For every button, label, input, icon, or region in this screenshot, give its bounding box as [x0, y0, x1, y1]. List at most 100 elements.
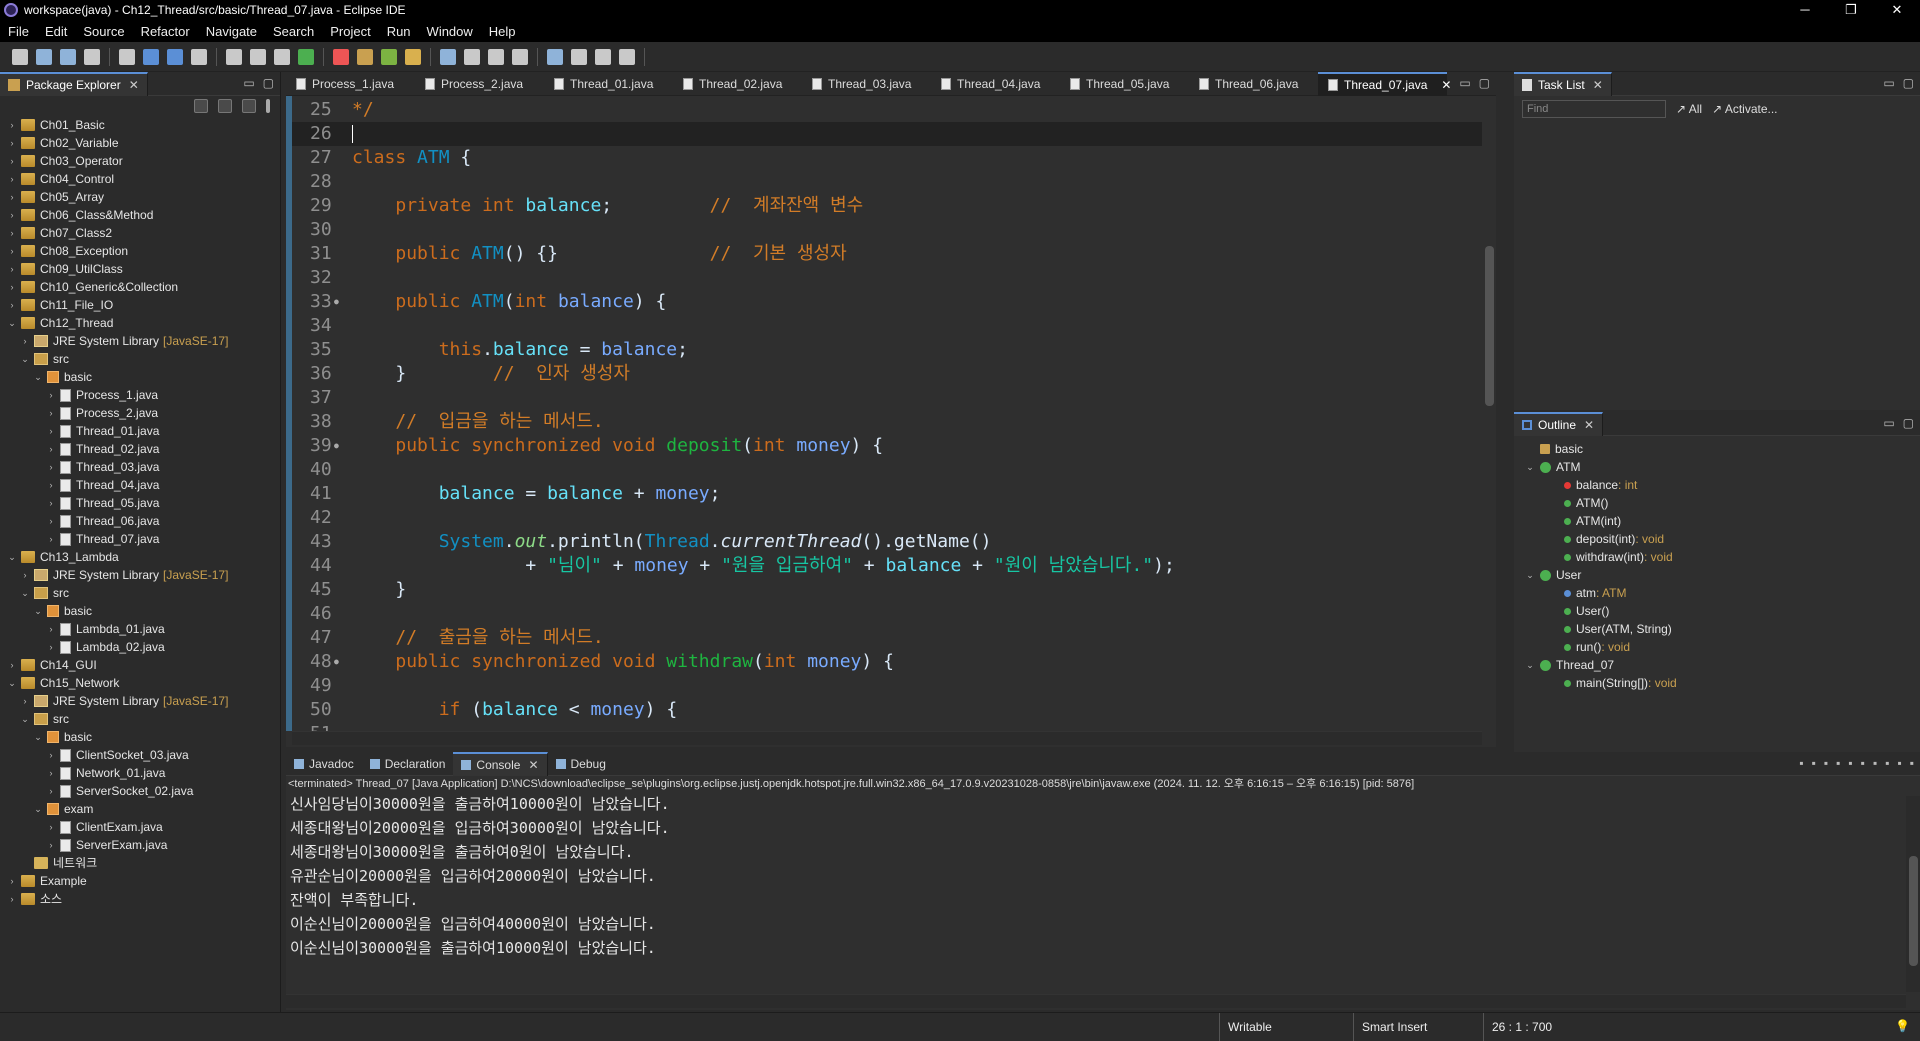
- task-find-input[interactable]: Find: [1522, 100, 1666, 118]
- back-icon[interactable]: [512, 48, 528, 65]
- scroll-lock-icon[interactable]: ▪: [1836, 756, 1840, 770]
- close-icon[interactable]: ✕: [1584, 418, 1594, 432]
- tree-item[interactable]: › Ch10_Generic&Collection: [0, 278, 280, 296]
- tree-item[interactable]: › Ch14_GUI: [0, 656, 280, 674]
- tree-twistie-icon[interactable]: ›: [45, 530, 57, 548]
- menu-search[interactable]: Search: [265, 24, 322, 39]
- forward-icon[interactable]: [547, 48, 563, 65]
- maximize-view-icon[interactable]: ▢: [1903, 416, 1914, 430]
- tree-item[interactable]: › ClientSocket_03.java: [0, 746, 280, 764]
- tree-item[interactable]: › Lambda_01.java: [0, 620, 280, 638]
- tree-twistie-icon[interactable]: ›: [45, 404, 57, 422]
- editor-tab[interactable]: Thread_07.java ✕: [1318, 71, 1451, 96]
- tree-item[interactable]: › Thread_04.java: [0, 476, 280, 494]
- console-tab[interactable]: Debug: [548, 752, 614, 776]
- new-icon[interactable]: [12, 48, 28, 65]
- menu-edit[interactable]: Edit: [37, 24, 75, 39]
- tree-item[interactable]: › Ch02_Variable: [0, 134, 280, 152]
- close-icon[interactable]: ✕: [528, 758, 538, 772]
- outline-item[interactable]: User(ATM, String): [1514, 620, 1920, 638]
- prev-edit-icon[interactable]: [571, 48, 587, 65]
- step-into-icon[interactable]: [274, 48, 290, 65]
- remove-launch-icon[interactable]: ▪: [1812, 756, 1816, 770]
- tree-twistie-icon[interactable]: ›: [6, 188, 18, 206]
- minimize-view-icon[interactable]: ▭: [1883, 76, 1894, 90]
- tree-item[interactable]: › ServerSocket_02.java: [0, 782, 280, 800]
- tree-item[interactable]: ⌄ src: [0, 710, 280, 728]
- tree-item[interactable]: ⌄ src: [0, 350, 280, 368]
- tree-twistie-icon[interactable]: ›: [45, 836, 57, 854]
- outline-item[interactable]: balance : int: [1514, 476, 1920, 494]
- tree-item[interactable]: › Example: [0, 872, 280, 890]
- outline-item[interactable]: ATM(int): [1514, 512, 1920, 530]
- editor-tab[interactable]: Process_2.java: [415, 72, 544, 96]
- tree-item[interactable]: › Ch09_UtilClass: [0, 260, 280, 278]
- tree-item[interactable]: › Thread_01.java: [0, 422, 280, 440]
- tree-twistie-icon[interactable]: ⌄: [1524, 656, 1536, 674]
- editor-vertical-scrollbar[interactable]: [1482, 96, 1496, 731]
- tree-item[interactable]: ⌄ src: [0, 584, 280, 602]
- pin-icon[interactable]: ▪: [1861, 756, 1865, 770]
- tree-twistie-icon[interactable]: ›: [45, 458, 57, 476]
- annotation-icon[interactable]: [488, 48, 504, 65]
- outline-item[interactable]: deposit(int) : void: [1514, 530, 1920, 548]
- tree-twistie-icon[interactable]: ›: [19, 566, 31, 584]
- tree-item[interactable]: › Thread_07.java: [0, 530, 280, 548]
- suspend-icon[interactable]: [226, 48, 242, 65]
- minimize-view-icon[interactable]: ▭: [1459, 76, 1470, 90]
- tree-twistie-icon[interactable]: ›: [6, 170, 18, 188]
- clear-icon[interactable]: ▪: [1824, 756, 1828, 770]
- tree-item[interactable]: › Thread_05.java: [0, 494, 280, 512]
- tree-twistie-icon[interactable]: ⌄: [19, 350, 31, 368]
- console-output[interactable]: 신사임당님이30000원을 출금하여10000원이 남았습니다. 세종대왕님이20…: [286, 792, 1920, 960]
- build-icon[interactable]: [143, 48, 159, 65]
- tree-twistie-icon[interactable]: ⌄: [6, 674, 18, 692]
- open-perspective-icon[interactable]: [619, 48, 635, 65]
- tree-twistie-icon[interactable]: ›: [45, 512, 57, 530]
- toggle-mark-icon[interactable]: [464, 48, 480, 65]
- tree-twistie-icon[interactable]: ›: [6, 116, 18, 134]
- tree-item[interactable]: › JRE System Library [JavaSE-17]: [0, 692, 280, 710]
- tree-item[interactable]: 네트워크: [0, 854, 280, 872]
- editor-tab[interactable]: Thread_01.java: [544, 72, 673, 96]
- menu-window[interactable]: Window: [419, 24, 481, 39]
- console-vertical-scrollbar[interactable]: [1906, 796, 1920, 992]
- tree-twistie-icon[interactable]: ›: [45, 746, 57, 764]
- tree-item[interactable]: ⌄ exam: [0, 800, 280, 818]
- resume-icon[interactable]: [191, 48, 207, 65]
- tree-twistie-icon[interactable]: ⌄: [32, 368, 44, 386]
- run-icon[interactable]: [298, 48, 314, 65]
- tree-twistie-icon[interactable]: ›: [45, 422, 57, 440]
- menu-help[interactable]: Help: [481, 24, 524, 39]
- menu-file[interactable]: File: [0, 24, 37, 39]
- tree-item[interactable]: › JRE System Library [JavaSE-17]: [0, 566, 280, 584]
- tree-item[interactable]: › Ch05_Array: [0, 188, 280, 206]
- editor-tab[interactable]: Thread_02.java: [673, 72, 802, 96]
- editor-horizontal-scrollbar[interactable]: [292, 731, 1482, 745]
- filters-icon[interactable]: [242, 99, 256, 113]
- maximize-view-icon[interactable]: ▪: [1910, 756, 1914, 770]
- tree-twistie-icon[interactable]: ›: [19, 332, 31, 350]
- tree-twistie-icon[interactable]: ›: [6, 872, 18, 890]
- open-type-icon[interactable]: [405, 48, 421, 65]
- skip-breakpoints-icon[interactable]: [167, 48, 183, 65]
- link-with-editor-icon[interactable]: [218, 99, 232, 113]
- restore-button[interactable]: ❐: [1828, 0, 1874, 20]
- tree-item[interactable]: › Ch03_Operator: [0, 152, 280, 170]
- outline-item[interactable]: basic: [1514, 440, 1920, 458]
- tree-item[interactable]: › JRE System Library [JavaSE-17]: [0, 332, 280, 350]
- tree-item[interactable]: › Ch06_Class&Method: [0, 206, 280, 224]
- tree-twistie-icon[interactable]: ›: [6, 296, 18, 314]
- outline-item[interactable]: main(String[]) : void: [1514, 674, 1920, 692]
- close-button[interactable]: ✕: [1874, 0, 1920, 20]
- open-console-icon[interactable]: ▪: [1885, 756, 1889, 770]
- tree-twistie-icon[interactable]: ⌄: [19, 710, 31, 728]
- tree-twistie-icon[interactable]: ›: [45, 818, 57, 836]
- tree-item[interactable]: › Process_1.java: [0, 386, 280, 404]
- tree-item[interactable]: ⌄ Ch15_Network: [0, 674, 280, 692]
- scroll-thumb[interactable]: [1909, 856, 1918, 966]
- tree-twistie-icon[interactable]: ›: [6, 890, 18, 908]
- tree-item[interactable]: › Ch11_File_IO: [0, 296, 280, 314]
- tree-twistie-icon[interactable]: ›: [45, 620, 57, 638]
- console-tab[interactable]: Declaration: [362, 752, 454, 776]
